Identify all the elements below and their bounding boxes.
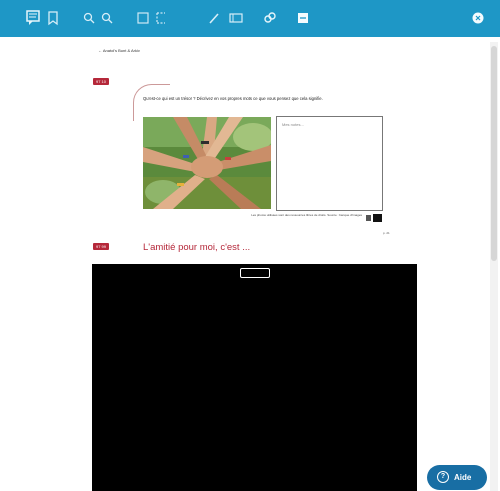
- close-icon[interactable]: [471, 9, 485, 27]
- left-margin: [0, 37, 92, 491]
- zoom-in-icon[interactable]: [83, 9, 95, 27]
- breadcrumb-label: Anatol's Bunt & Arkiv: [102, 48, 140, 53]
- exercise-tag-top: 97 10: [93, 78, 110, 85]
- eraser-icon[interactable]: [228, 9, 244, 27]
- toolbar: [0, 0, 500, 37]
- link-icon[interactable]: [262, 9, 278, 27]
- notes-placeholder: Mes notes...: [282, 122, 304, 127]
- exercise-tag-bottom: 97 99: [93, 243, 110, 250]
- right-margin: [417, 37, 500, 491]
- question-icon: ?: [437, 471, 449, 483]
- player-control-icon[interactable]: [240, 268, 270, 278]
- notes-icon[interactable]: [26, 9, 42, 27]
- decorative-curve: [133, 84, 170, 121]
- publisher-logo-icon: [373, 214, 382, 222]
- breadcrumb[interactable]: ← Anatol's Bunt & Arkiv: [98, 48, 140, 53]
- pen-icon[interactable]: [207, 9, 221, 27]
- bookmark-icon[interactable]: [47, 9, 59, 27]
- section-title: L'amitié pour moi, c'est ...: [143, 242, 251, 253]
- back-arrow-icon[interactable]: ←: [98, 48, 102, 53]
- license-icon: [366, 215, 371, 221]
- exercise-instruction: Qu'est-ce qui est un trésor ? Décrivez e…: [143, 96, 323, 101]
- zoom-out-icon[interactable]: [101, 9, 113, 27]
- fullscreen-icon[interactable]: [136, 9, 150, 27]
- page-icon[interactable]: [297, 9, 309, 27]
- hands-together-photo: [143, 117, 271, 209]
- page-number: p. 21: [383, 231, 390, 235]
- scrollbar-thumb[interactable]: [491, 46, 497, 261]
- notes-textbox[interactable]: Mes notes...: [276, 116, 383, 211]
- help-label: Aide: [454, 473, 472, 482]
- image-credits: Les photos utilisées sont des ressources…: [251, 213, 362, 217]
- help-button[interactable]: ? Aide: [427, 465, 487, 490]
- video-player[interactable]: [92, 264, 417, 491]
- selection-icon[interactable]: [154, 9, 168, 27]
